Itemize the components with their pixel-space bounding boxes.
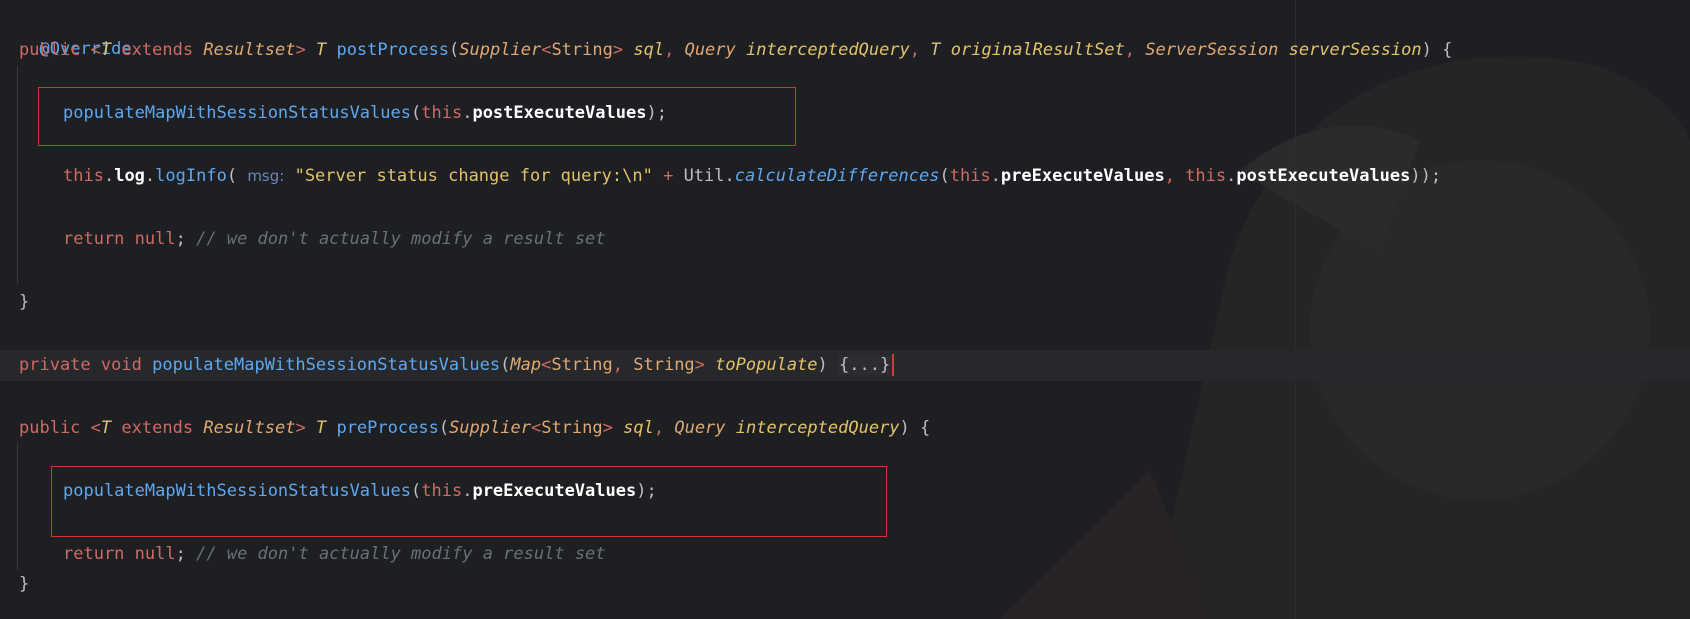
text-caret [892, 354, 895, 376]
right-margin-guide [1295, 0, 1296, 619]
method-name: populateMapWithSessionStatusValues [152, 355, 501, 375]
keyword: this [1185, 166, 1227, 186]
keyword: return [63, 544, 125, 564]
folded-code-block[interactable]: {...} [838, 355, 892, 375]
static-call: calculateDifferences [734, 166, 940, 186]
param-name: sql [633, 40, 665, 60]
punct: ; [175, 544, 186, 564]
method-call: populateMapWithSessionStatusValues [63, 103, 411, 123]
code-line-return[interactable]: return null; // we don't actually modify… [63, 224, 606, 255]
brace: } [19, 292, 30, 312]
field-name: preExecuteValues [1000, 166, 1165, 186]
type-param: T [100, 40, 112, 60]
code-line-close-brace-2[interactable]: } [19, 569, 29, 600]
comment: // we don't actually modify a result set [196, 229, 606, 249]
comma: , [664, 40, 675, 60]
comment: // we don't actually modify a result set [196, 544, 606, 564]
operator: + [663, 166, 674, 186]
paren: ( [449, 40, 460, 60]
param-hint: msg: [247, 167, 285, 185]
method-call: logInfo [155, 166, 227, 186]
keyword: this [421, 103, 463, 123]
param-name: interceptedQuery [746, 40, 910, 60]
type-name: String [633, 355, 695, 375]
return-type: T [315, 418, 327, 438]
keyword: extends [121, 418, 194, 438]
param-name: sql [623, 418, 654, 438]
keyword: public [19, 418, 81, 438]
method-name: preProcess [336, 418, 439, 438]
keyword: public [19, 40, 81, 60]
generic-close: > [295, 40, 306, 60]
type-param: T [930, 40, 941, 60]
type-name: Resultset [203, 40, 296, 60]
type-name: Supplier [449, 418, 531, 438]
code-line-populate-post[interactable]: populateMapWithSessionStatusValues(this.… [63, 98, 667, 129]
indent-guide [17, 66, 18, 284]
punct: ; [175, 229, 186, 249]
field-name: preExecuteValues [472, 481, 637, 501]
keyword: return [63, 229, 125, 249]
code-line-close-brace[interactable]: } [19, 287, 29, 318]
code-line-postprocess-signature[interactable]: public <T extends Resultset> T postProce… [19, 35, 1452, 66]
code-line-annotation[interactable]: @Override [19, 3, 131, 59]
param-name: toPopulate [715, 355, 818, 375]
type-param: T [100, 418, 112, 438]
type-name: String [551, 355, 613, 375]
field-name: postExecuteValues [472, 103, 647, 123]
param-name: originalResultSet [950, 40, 1125, 60]
generic-open: < [90, 40, 101, 60]
string-literal: "Server status change for query:\n" [294, 166, 653, 186]
keyword: null [134, 229, 176, 249]
code-line-return-2[interactable]: return null; // we don't actually modify… [63, 539, 606, 570]
return-type: T [315, 40, 327, 60]
type-name: String [541, 418, 603, 438]
keyword: this [63, 166, 104, 186]
code-line-log[interactable]: this.log.logInfo( msg: "Server status ch… [63, 161, 1441, 192]
method-name: postProcess [336, 40, 450, 60]
punct: ); [636, 481, 657, 501]
type-name: String [551, 40, 613, 60]
type-name: Supplier [459, 40, 542, 60]
code-line-preprocess-signature[interactable]: public <T extends Resultset> T preProces… [19, 413, 930, 444]
keyword: this [421, 481, 463, 501]
keyword: null [134, 544, 176, 564]
field-name: log [114, 166, 145, 186]
method-call: populateMapWithSessionStatusValues [63, 481, 411, 501]
type-name: ServerSession [1145, 40, 1279, 60]
keyword: void [100, 355, 142, 375]
field-name: postExecuteValues [1236, 166, 1411, 186]
type-name: Query [674, 418, 726, 438]
type-name: Query [684, 40, 736, 60]
paren-brace: ) { [899, 418, 931, 438]
indent-guide [17, 443, 18, 570]
type-name: Resultset [203, 418, 296, 438]
code-line-populate-pre[interactable]: populateMapWithSessionStatusValues(this.… [63, 476, 657, 507]
punct: ); [646, 103, 667, 123]
punct: )); [1410, 166, 1442, 186]
comma: , [1124, 40, 1136, 60]
comma: , [909, 40, 921, 60]
keyword: this [949, 166, 991, 186]
keyword: private [19, 355, 91, 375]
param-name: serverSession [1288, 40, 1422, 60]
type-name: Map [510, 355, 542, 375]
param-name: interceptedQuery [735, 418, 900, 438]
brace: } [19, 574, 30, 594]
keyword: extends [121, 40, 194, 60]
code-line-private-method[interactable]: private void populateMapWithSessionStatu… [19, 350, 895, 381]
paren-brace: ) { [1421, 40, 1453, 60]
class-name: Util [683, 166, 725, 186]
